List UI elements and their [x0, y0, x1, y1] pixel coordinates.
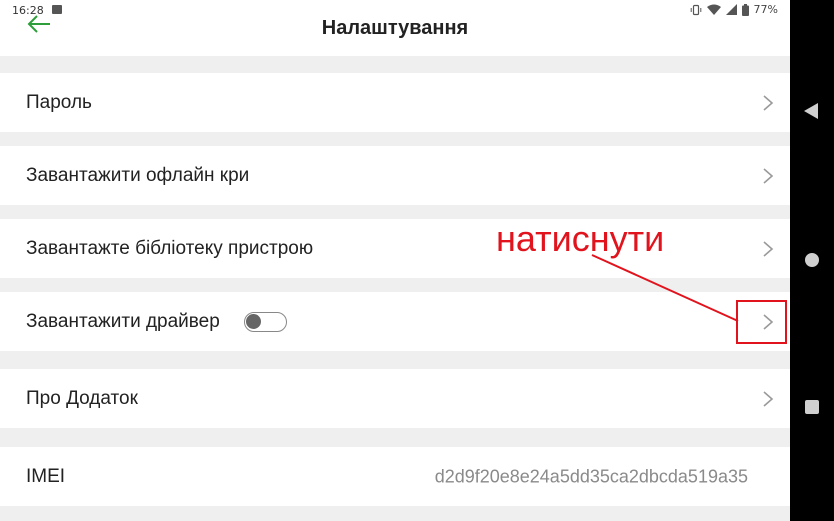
- system-nav-bar: [790, 0, 834, 521]
- signal-icon: [725, 4, 737, 15]
- row-label: Завантажити офлайн кри: [26, 164, 250, 186]
- row-label: Пароль: [26, 91, 92, 113]
- nav-back-icon[interactable]: [804, 103, 818, 119]
- wifi-icon: [706, 4, 721, 15]
- status-icons: 77%: [690, 3, 778, 16]
- row-label: Завантажте бібліотеку пристрою: [26, 237, 314, 259]
- page-title: Налаштування: [321, 17, 469, 39]
- toggle-knob: [246, 313, 261, 329]
- settings-row-password[interactable]: Пароль: [0, 73, 790, 132]
- settings-row-imei: IMEI d2d9f20e8e24a5dd35ca2dbcda519a35: [0, 447, 790, 506]
- settings-row-offline[interactable]: Завантажити офлайн кри: [0, 146, 790, 205]
- imei-value: d2d9f20e8e24a5dd35ca2dbcda519a35: [434, 466, 748, 486]
- image-icon: [52, 5, 62, 14]
- battery-icon: [741, 3, 749, 16]
- settings-screen: 16:28 77% Налаштування Пароль Завантажит…: [0, 0, 790, 521]
- chevron-right-icon: [763, 167, 774, 184]
- nav-home-icon[interactable]: [805, 253, 819, 267]
- row-label: Завантажити драйвер: [26, 310, 220, 332]
- chevron-right-icon: [763, 390, 774, 407]
- row-label: IMEI: [26, 465, 66, 487]
- settings-row-about[interactable]: Про Додаток: [0, 369, 790, 428]
- driver-toggle[interactable]: [244, 311, 287, 332]
- settings-row-device-library[interactable]: Завантажте бібліотеку пристрою: [0, 219, 790, 278]
- nav-recents-icon[interactable]: [805, 400, 819, 414]
- chevron-right-icon: [763, 240, 774, 257]
- annotation-highlight-box: [736, 300, 787, 344]
- row-label: Про Додаток: [26, 387, 138, 409]
- chevron-right-icon: [763, 94, 774, 111]
- battery-percent: 77%: [753, 3, 778, 16]
- settings-row-driver[interactable]: Завантажити драйвер: [0, 292, 790, 351]
- annotation-text: натиснути: [496, 218, 665, 259]
- vibrate-icon: [690, 4, 701, 15]
- app-header: 16:28 77% Налаштування: [0, 0, 790, 56]
